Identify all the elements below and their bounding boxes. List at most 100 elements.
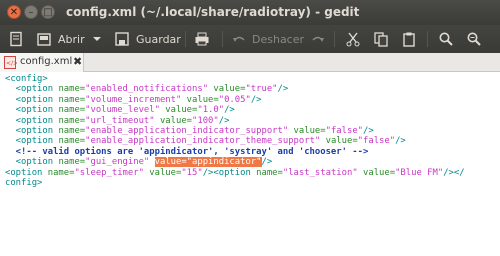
redo-button[interactable] [311,29,325,49]
code-token: value= [159,105,198,116]
open-button[interactable]: Abrir [36,29,85,49]
new-document-button[interactable] [8,29,24,49]
code-token: name= [256,167,283,178]
code-token: "enabled_notifications" [85,84,209,95]
code-token: <option [5,115,59,126]
chevron-down-icon [93,37,101,41]
code-token: "15" [181,167,203,178]
code-token: "false" [357,136,396,147]
toolbar: Abrir Guardar Deshacer [0,25,500,53]
copy-icon [374,32,388,47]
code-token: <option [5,167,48,178]
code-token: <option [5,157,59,168]
code-token: value= [154,115,193,126]
code-token: name= [58,126,86,137]
code-token: <option [5,126,59,137]
code-token: /> [395,136,406,147]
code-comment: <!-- valid options are 'appindicator', '… [5,146,369,157]
toolbar-separator [185,31,186,47]
code-token: /> [277,84,289,95]
copy-button[interactable] [373,29,389,49]
window-title: config.xml (~/.local/share/radiotray) - … [66,5,360,19]
code-token: "0.05" [218,94,251,105]
code-token: /> [363,126,374,137]
text-editor[interactable]: <config> <option name="enabled_notificat… [0,72,500,256]
code-token: /> [261,157,273,168]
selected-text: value="appindicator" [154,157,262,168]
code-token: name= [58,94,86,105]
code-token: value= [143,167,182,178]
save-button[interactable]: Guardar [114,29,181,49]
code-token: name= [47,167,75,178]
search-replace-button[interactable] [466,29,482,49]
undo-label: Deshacer [252,32,305,46]
code-token: <option [5,94,59,105]
maximize-window-button[interactable]: □ [41,5,55,19]
code-token: name= [58,136,86,147]
toolbar-separator [427,31,428,47]
search-replace-icon [467,32,481,46]
code-token: "url_timeout" [85,115,155,126]
code-view[interactable]: <config> <option name="enabled_notificat… [0,72,500,188]
code-token: value= [357,167,396,178]
code-token: <option [213,167,257,178]
svg-text:</>: </> [6,60,17,67]
code-token: "volume_level" [85,105,160,116]
code-token: name= [58,157,86,168]
code-token: "true" [245,84,278,95]
code-token: name= [58,115,86,126]
code-token: <option [5,84,59,95]
code-token: "gui_engine" [85,157,150,168]
paste-button[interactable] [401,29,417,49]
minimize-window-button[interactable]: – [24,5,38,19]
clipboard-icon [403,32,415,47]
code-token: value= [208,84,246,95]
search-button[interactable] [438,29,454,49]
cut-button[interactable] [345,29,361,49]
undo-button[interactable]: Deshacer [232,29,304,49]
print-button[interactable] [194,29,210,49]
code-token: value= [320,136,358,147]
code-token: /> [218,115,230,126]
tab-close-icon[interactable]: ✖ [73,55,82,68]
tab-config-xml[interactable]: </> config.xml ✖ [0,53,84,72]
toolbar-separator [334,31,335,47]
code-token: "sleep_timer" [74,167,144,178]
title-bar: ✕ – □ config.xml (~/.local/share/radiotr… [0,0,500,25]
code-token: /> [202,167,214,178]
code-token: "Blue FM" [395,167,444,178]
code-token: value= [288,126,326,137]
code-token: "1.0" [197,105,225,116]
redo-icon [312,36,324,42]
code-token: <option [5,136,59,147]
document-tab-bar: </> config.xml ✖ [0,53,500,72]
open-folder-icon [37,33,51,46]
gedit-window: ✕ – □ config.xml (~/.local/share/radiotr… [0,0,500,256]
scissors-icon [346,32,360,47]
toolbar-separator [222,31,223,47]
code-token: /> [250,94,262,105]
code-token: /> [224,105,235,116]
xml-file-icon: </> [4,56,17,69]
tab-label: config.xml [20,56,73,67]
code-token: name= [58,105,86,116]
code-token: "last_station" [282,167,358,178]
code-token: "100" [192,115,219,126]
save-label: Guardar [136,32,181,46]
printer-icon [195,32,209,46]
new-document-icon [10,31,22,47]
code-token: value= [181,94,219,105]
code-token: <config> [5,74,48,84]
code-token: "enable_application_indicator_support" [85,126,289,137]
code-token: config> [5,178,43,189]
close-window-button[interactable]: ✕ [7,5,21,19]
search-icon [439,32,453,46]
code-token: name= [58,84,86,95]
open-label: Abrir [58,32,85,46]
undo-icon [233,36,245,42]
code-token: "false" [325,126,364,137]
recent-files-dropdown[interactable] [93,29,101,49]
code-token: "enable_application_indicator_theme_supp… [85,136,321,147]
save-icon [115,32,129,46]
